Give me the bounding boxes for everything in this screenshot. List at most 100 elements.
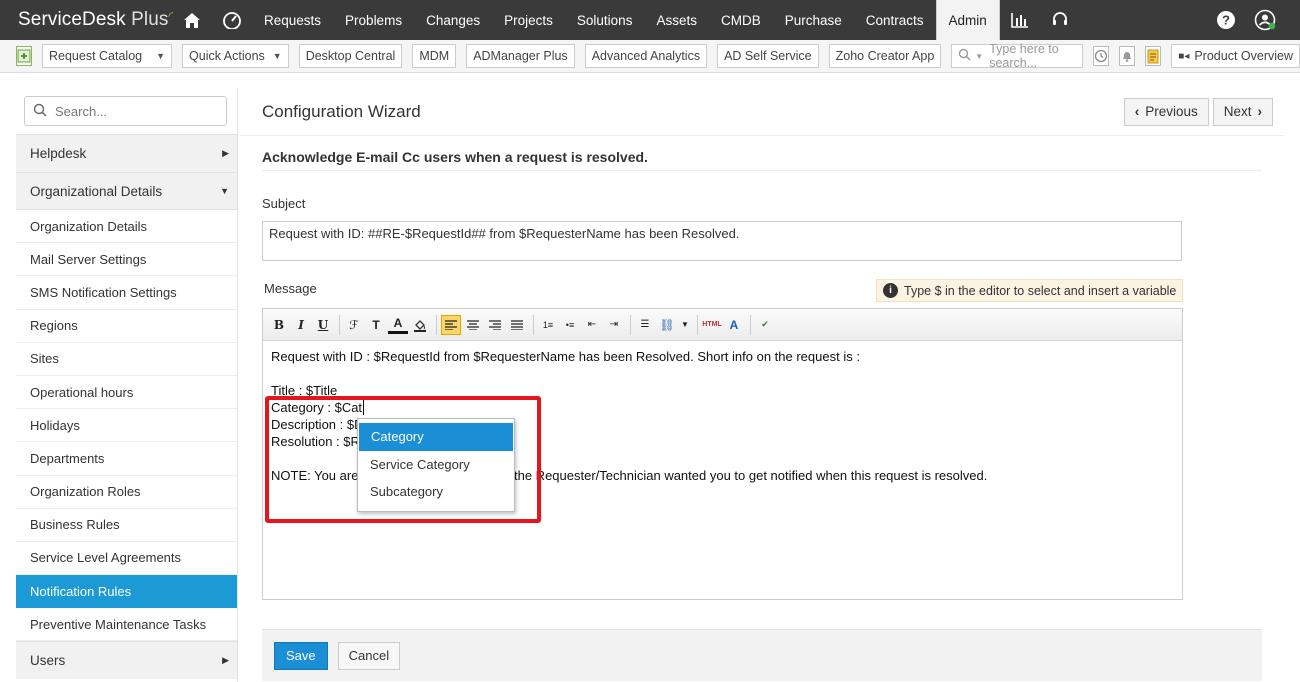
nav-requests[interactable]: Requests — [252, 0, 333, 40]
nav-changes[interactable]: Changes — [414, 0, 492, 40]
message-line: Request with ID : $RequestId from $Reque… — [271, 349, 860, 364]
link-ad-self-service[interactable]: AD Self Service — [717, 44, 819, 68]
next-button[interactable]: Next › — [1212, 97, 1273, 126]
notification-bell-icon[interactable] — [1119, 46, 1136, 66]
sidebar-item-business-rules[interactable]: Business Rules — [16, 509, 237, 542]
message-line: Category : $Cat — [271, 399, 1174, 416]
global-search-input[interactable]: ▼ Type here to search... — [951, 42, 1084, 70]
product-overview-button[interactable]: ■◂ Product Overview — [1171, 44, 1300, 68]
background-color-icon[interactable] — [410, 315, 430, 335]
request-catalog-dropdown[interactable]: Request Catalog ▼ — [42, 44, 173, 68]
sidebar-item-departments[interactable]: Departments — [16, 442, 237, 476]
align-right-icon[interactable] — [485, 315, 505, 335]
sidebar-item-regions[interactable]: Regions — [16, 310, 237, 343]
link-icon[interactable]: ⛓ — [657, 315, 677, 335]
dashboard-gauge-icon[interactable] — [212, 0, 252, 40]
link-mdm[interactable]: MDM — [412, 44, 457, 68]
editor-toolbar: B I U ℱ T A 1≡ •≡ ⇤ ⇥ ☰ ⛓ ▼ HTML A ✔ — [263, 309, 1182, 341]
outdent-icon[interactable]: ⇤ — [582, 315, 602, 335]
form-footer: Save Cancel — [262, 629, 1262, 681]
sidebar-item-sites[interactable]: Sites — [16, 343, 237, 376]
indent-icon[interactable]: ⇥ — [604, 315, 624, 335]
app-logo[interactable]: ServiceDesk Plus◜ — [0, 9, 173, 31]
font-size-icon[interactable]: T — [366, 315, 386, 335]
nav-cmdb[interactable]: CMDB — [709, 0, 773, 40]
variable-option-category[interactable]: Category — [359, 423, 513, 451]
message-line-text: Category : $Cat — [271, 400, 363, 415]
toolbar-separator — [697, 314, 698, 335]
headset-support-icon[interactable] — [1040, 0, 1080, 40]
admin-sidebar: Search... Helpdesk ▶ Organizational Deta… — [16, 88, 238, 682]
wizard-pager: ‹ Previous Next › — [1120, 97, 1273, 126]
notification-rule-title: Acknowledge E-mail Cc users when a reque… — [262, 149, 648, 165]
nav-problems[interactable]: Problems — [333, 0, 414, 40]
sidebar-item-organization-details[interactable]: Organization Details — [16, 210, 237, 244]
home-icon[interactable] — [172, 0, 212, 40]
subject-label: Subject — [262, 196, 306, 211]
page-title: Configuration Wizard — [262, 101, 421, 121]
previous-label: Previous — [1145, 104, 1198, 119]
sidebar-search-placeholder: Search... — [55, 103, 108, 119]
next-label: Next — [1223, 104, 1252, 119]
sidebar-group-users[interactable]: Users ▶ — [16, 641, 237, 680]
variable-option-service-category[interactable]: Service Category — [358, 451, 514, 479]
nav-projects[interactable]: Projects — [492, 0, 565, 40]
new-request-icon[interactable] — [16, 46, 32, 66]
quick-actions-label: Quick Actions — [189, 49, 265, 63]
align-left-icon[interactable] — [441, 314, 461, 335]
sidebar-group-helpdesk[interactable]: Helpdesk ▶ — [16, 134, 237, 172]
sidebar-item-holidays[interactable]: Holidays — [16, 409, 237, 443]
nav-assets[interactable]: Assets — [644, 0, 709, 40]
numbered-list-icon[interactable]: 1≡ — [538, 315, 558, 335]
reports-chart-icon[interactable] — [1000, 0, 1040, 40]
nav-purchase[interactable]: Purchase — [773, 0, 854, 40]
nav-contracts[interactable]: Contracts — [854, 0, 936, 40]
app-name-plus: Plus — [131, 9, 169, 30]
help-icon[interactable]: ? — [1206, 0, 1246, 40]
user-profile-icon[interactable] — [1246, 0, 1286, 40]
global-search-placeholder: Type here to search... — [989, 42, 1059, 70]
reminders-clock-icon[interactable] — [1093, 46, 1110, 66]
info-icon: i — [883, 283, 898, 298]
sidebar-item-sms-notification-settings[interactable]: SMS Notification Settings — [16, 276, 237, 310]
search-icon — [33, 103, 47, 120]
text-color-icon[interactable]: A — [388, 316, 408, 334]
previous-button[interactable]: ‹ Previous — [1123, 97, 1209, 126]
subject-field[interactable]: Request with ID: ##RE-$RequestId## from … — [262, 221, 1182, 261]
more-dropdown-icon[interactable]: ▼ — [679, 315, 691, 335]
nav-admin[interactable]: Admin — [935, 0, 1000, 40]
sidebar-item-mail-server-settings[interactable]: Mail Server Settings — [16, 243, 237, 277]
link-desktop-central[interactable]: Desktop Central — [298, 44, 403, 68]
chevron-down-icon: ▼ — [156, 51, 166, 61]
italic-icon[interactable]: I — [291, 315, 311, 335]
sidebar-item-service-level-agreements[interactable]: Service Level Agreements — [16, 542, 237, 576]
sidebar-item-notification-rules[interactable]: Notification Rules — [16, 575, 237, 609]
sidebar-item-operational-hours[interactable]: Operational hours — [16, 376, 237, 410]
link-advanced-analytics[interactable]: Advanced Analytics — [584, 44, 708, 68]
link-zoho-creator-app[interactable]: Zoho Creator App — [828, 44, 942, 68]
cancel-button[interactable]: Cancel — [337, 641, 401, 670]
link-admanager-plus[interactable]: ADManager Plus — [466, 44, 575, 68]
bullet-list-icon[interactable]: •≡ — [560, 315, 580, 335]
font-family-icon[interactable]: ℱ — [344, 315, 364, 335]
bold-icon[interactable]: B — [269, 315, 289, 335]
quick-actions-dropdown[interactable]: Quick Actions ▼ — [182, 44, 289, 68]
save-button[interactable]: Save — [274, 641, 328, 670]
tasks-clipboard-icon[interactable] — [1145, 46, 1162, 66]
sidebar-item-preventive-maintenance-tasks[interactable]: Preventive Maintenance Tasks — [16, 608, 237, 642]
align-center-icon[interactable] — [463, 315, 483, 335]
html-source-icon[interactable]: HTML — [702, 315, 722, 335]
main-content: Configuration Wizard ‹ Previous Next › A… — [240, 88, 1285, 682]
chevron-right-icon: ▶ — [222, 655, 229, 666]
spellcheck-icon[interactable]: ✔ — [755, 315, 775, 335]
clear-format-icon[interactable]: A — [724, 315, 744, 335]
align-justify-icon[interactable] — [507, 315, 527, 335]
sidebar-search-input[interactable]: Search... — [24, 96, 227, 126]
nav-solutions[interactable]: Solutions — [565, 0, 645, 40]
horizontal-rule-icon[interactable]: ☰ — [635, 315, 655, 335]
underline-icon[interactable]: U — [313, 315, 333, 335]
variable-option-subcategory[interactable]: Subcategory — [358, 478, 514, 506]
sidebar-group-organizational-details[interactable]: Organizational Details ▼ — [16, 172, 237, 210]
sidebar-item-organization-roles[interactable]: Organization Roles — [16, 476, 237, 509]
toolbar-separator — [630, 314, 631, 335]
